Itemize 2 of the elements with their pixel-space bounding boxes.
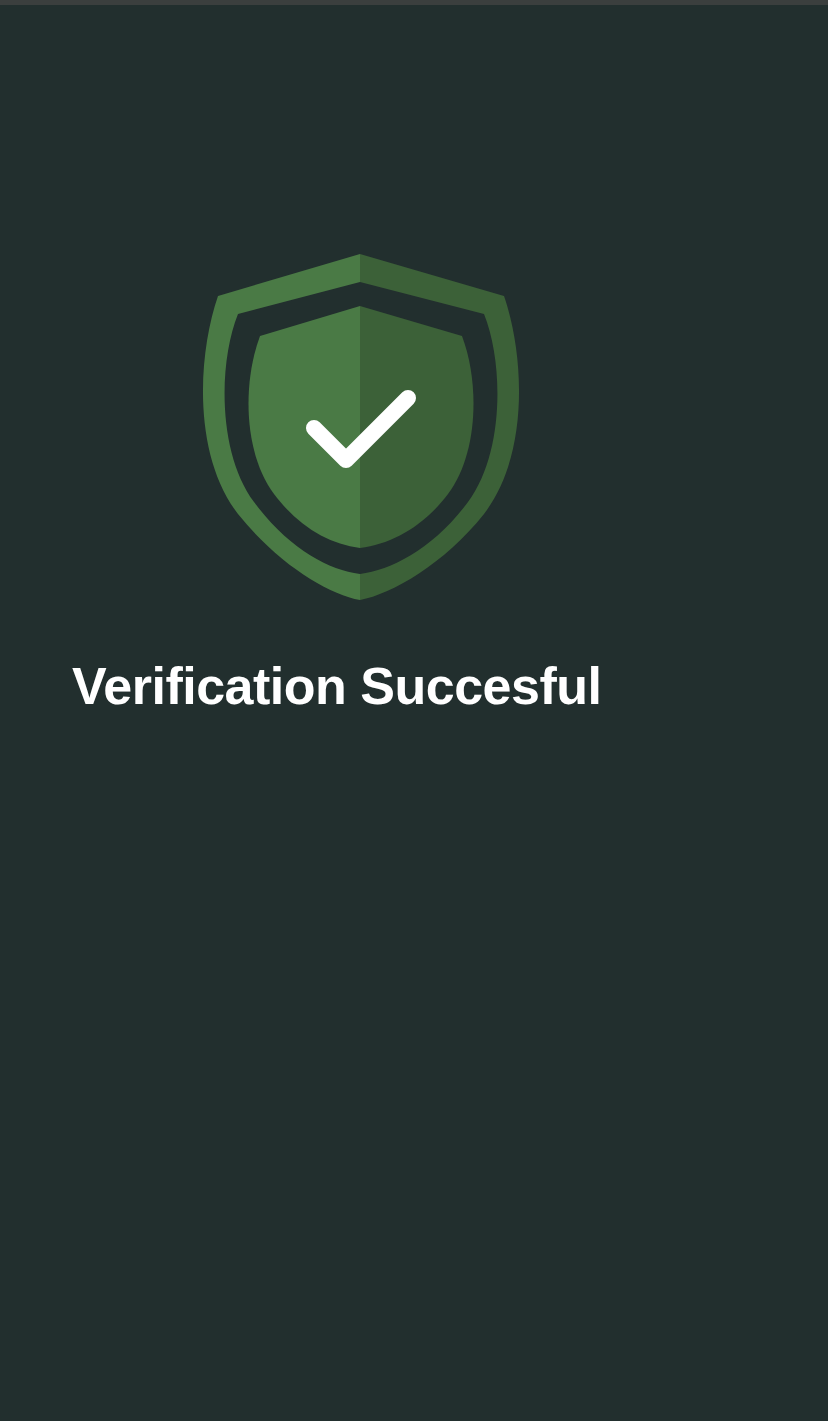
success-title: Verification Succesful (72, 656, 603, 716)
shield-check-icon (203, 254, 519, 600)
